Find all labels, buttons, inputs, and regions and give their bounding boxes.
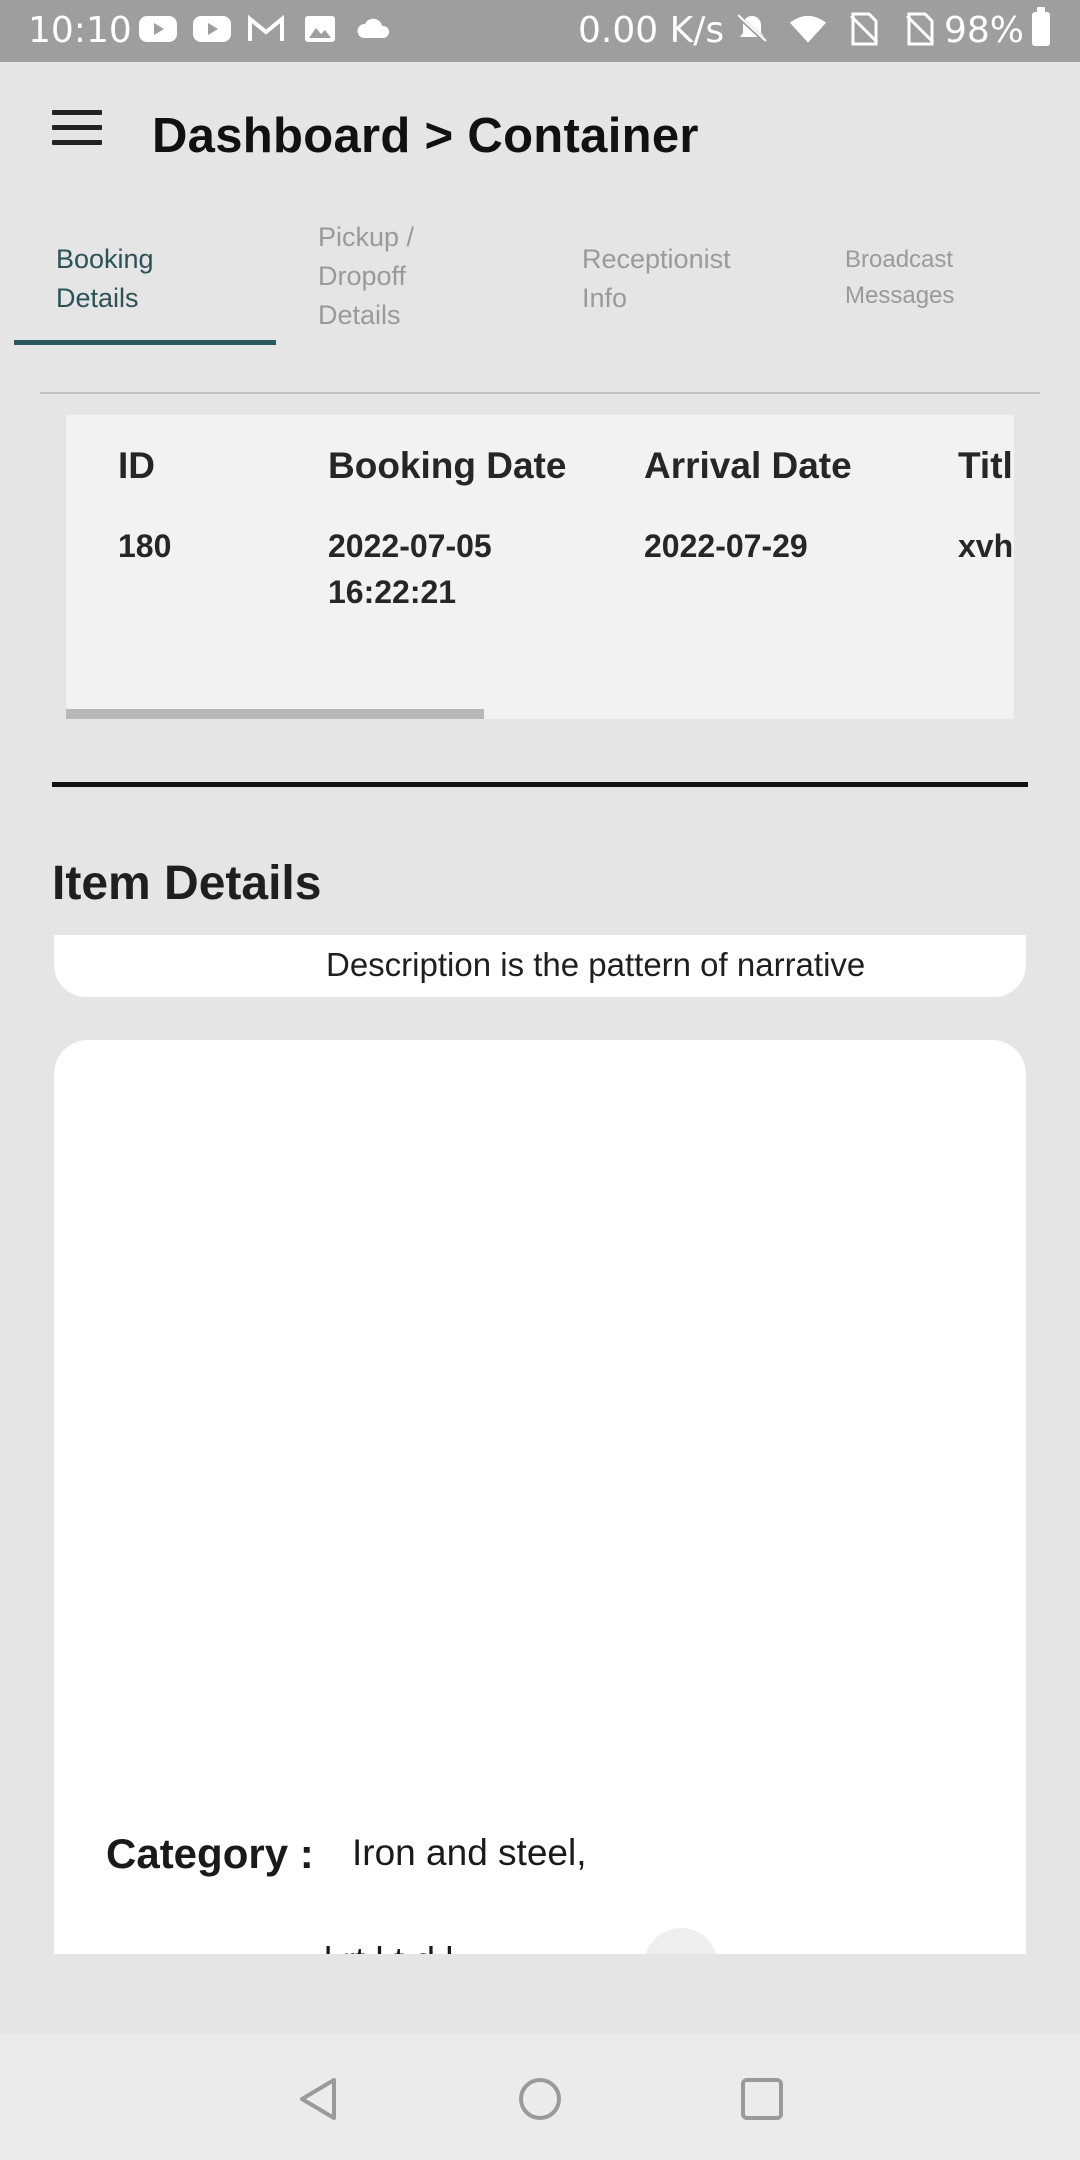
tab-receptionist-info[interactable]: Receptionist Info [582, 240, 731, 318]
wifi-icon [788, 14, 828, 44]
system-icons [732, 12, 940, 46]
no-sim-icon [900, 12, 940, 46]
clipped-text: l rt l t d l [324, 1940, 454, 1954]
item-details-title: Item Details [52, 857, 322, 910]
tab-broadcast-messages[interactable]: Broadcast Messages [845, 242, 954, 314]
cloud-icon [354, 14, 394, 44]
page-title: Dashboard > Container [152, 109, 699, 163]
booking-date-value: 2022-07-05 [328, 528, 492, 564]
tab-booking-details[interactable]: Booking Details [56, 240, 154, 318]
tab-label-line: Info [582, 283, 628, 313]
system-navigation-bar [0, 2034, 1080, 2160]
booking-time-value: 16:22:21 [328, 574, 457, 610]
no-sim-icon [844, 12, 884, 46]
column-header-arrival-date: Arrival Date [644, 445, 852, 486]
column-header-booking-date: Booking Date [328, 445, 567, 486]
tab-label-line: Details [56, 283, 139, 313]
image-icon [300, 14, 340, 44]
gmail-icon [246, 14, 286, 44]
battery-icon [1032, 7, 1051, 46]
tab-label-line: Pickup / [318, 222, 415, 252]
cell-booking-date: 2022-07-05 16:22:21 [328, 523, 492, 615]
category-value: Iron and steel, [352, 1832, 587, 1873]
menu-icon[interactable] [52, 110, 102, 146]
back-icon[interactable] [294, 2074, 344, 2124]
tab-label-line: Receptionist [582, 244, 731, 274]
tab-label-line: Dropoff [318, 261, 407, 291]
table-horizontal-scrollbar[interactable] [66, 709, 484, 719]
tabs-divider [40, 392, 1040, 394]
tab-bar: Booking Details Pickup / Dropoff Details… [14, 218, 1054, 348]
description-card: Description is the pattern of narrative [54, 935, 1026, 997]
tab-label-line: Booking [56, 244, 154, 274]
booking-table[interactable]: ID Booking Date Arrival Date Titl 180 20… [66, 415, 1014, 719]
tab-label-line: Broadcast [845, 246, 954, 273]
cell-id: 180 [118, 528, 172, 564]
category-label: Category : [106, 1830, 314, 1877]
column-header-title: Titl [958, 445, 1013, 486]
notification-icons [138, 14, 394, 44]
description-text: Description is the pattern of narrative [326, 946, 866, 983]
battery-level: 98% [944, 7, 1051, 51]
battery-percent: 98% [944, 10, 1025, 51]
cell-arrival-date: 2022-07-29 [644, 528, 808, 564]
status-time: 10:10 [28, 10, 132, 51]
bell-muted-icon [732, 14, 772, 44]
cell-title: xvh [958, 528, 1014, 564]
item-card: Category : Iron and steel, l rt l t d l [54, 1040, 1026, 1954]
tab-label-line: Details [318, 300, 401, 330]
youtube-icon [192, 14, 232, 44]
column-header-id: ID [118, 445, 155, 486]
home-icon[interactable] [515, 2074, 565, 2124]
youtube-icon [138, 14, 178, 44]
tab-label-line: Messages [845, 282, 955, 309]
status-bar: 10:10 0.00 K/s 98% [0, 0, 1080, 62]
network-speed: 0.00 K/s [578, 10, 725, 51]
tab-pickup-dropoff-details[interactable]: Pickup / Dropoff Details [318, 218, 414, 335]
section-divider [52, 782, 1028, 787]
active-tab-indicator [14, 340, 276, 345]
clipped-circle-button[interactable] [644, 1928, 718, 1954]
recents-icon[interactable] [737, 2074, 787, 2124]
